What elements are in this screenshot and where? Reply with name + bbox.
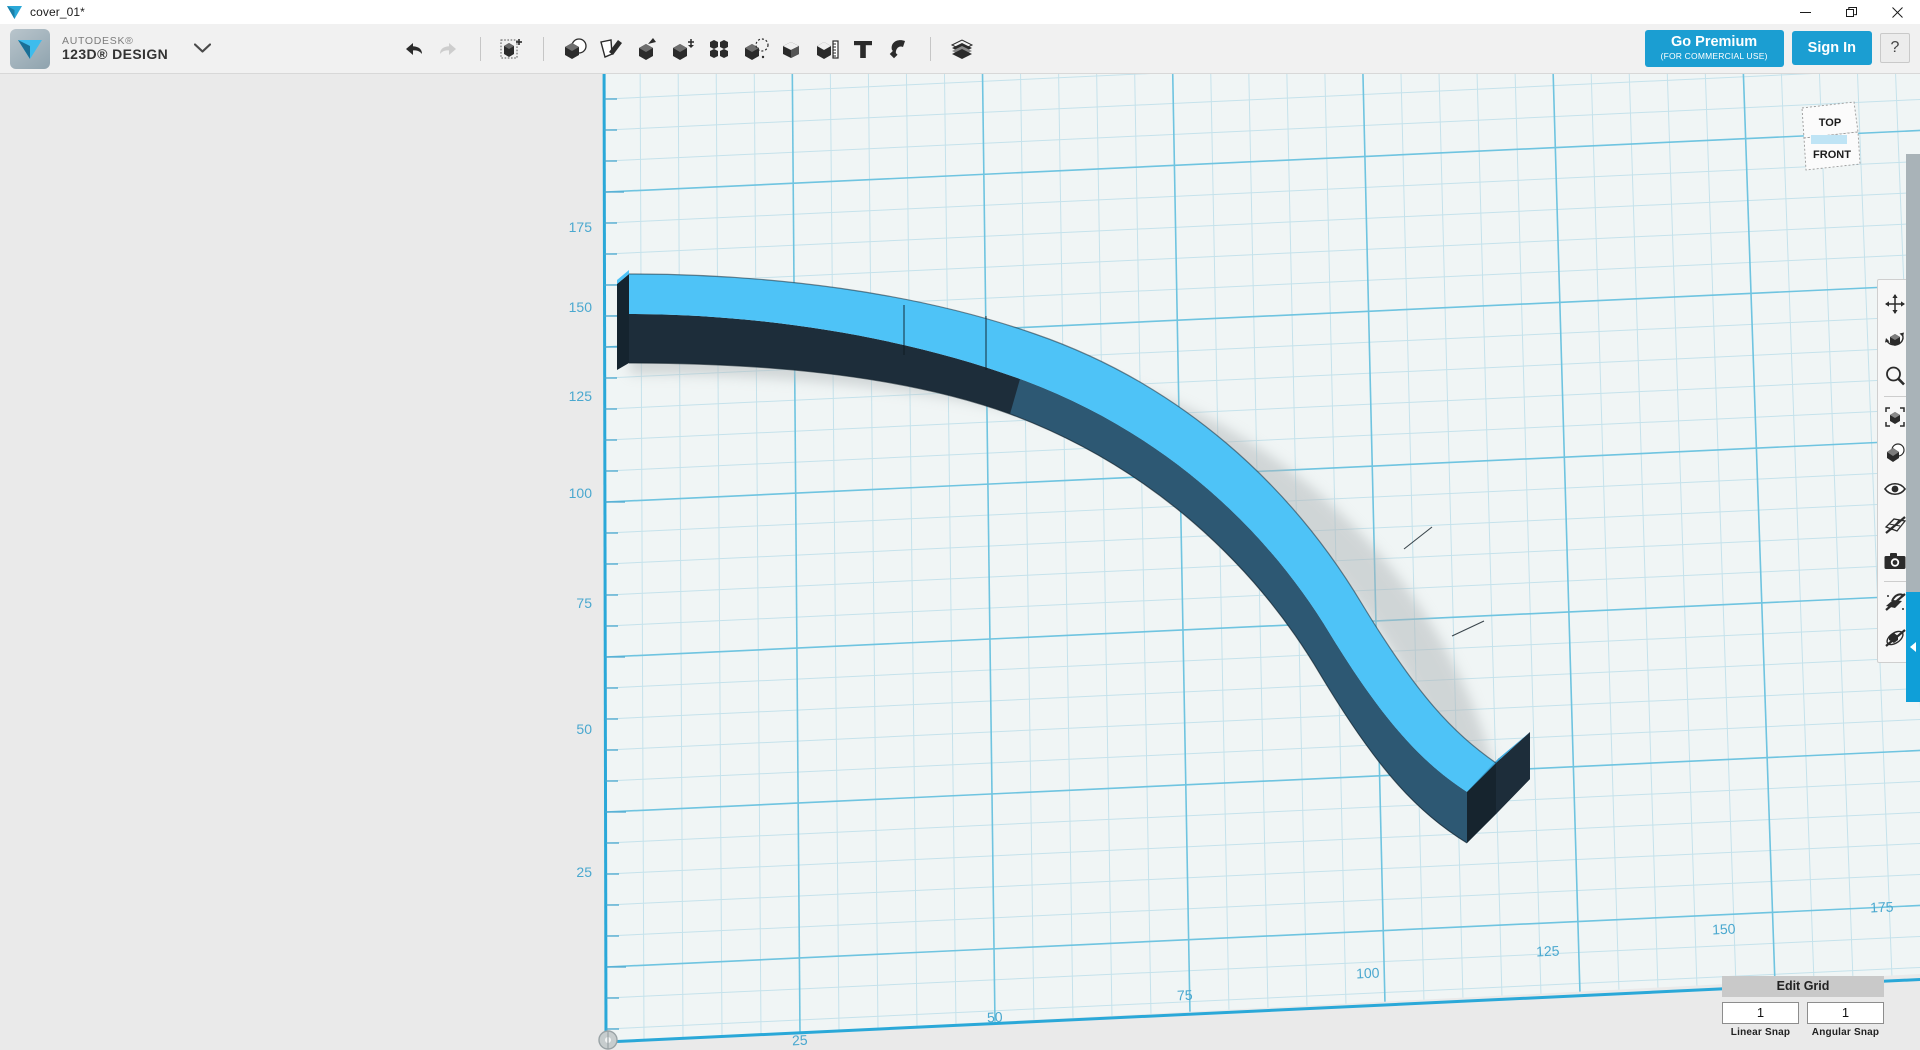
go-premium-label: Go Premium bbox=[1661, 35, 1768, 50]
go-premium-sublabel: (FOR COMMERCIAL USE) bbox=[1661, 52, 1768, 61]
x-tick-label: 125 bbox=[1536, 942, 1560, 959]
left-triangle-icon bbox=[1910, 642, 1916, 652]
cube-group-icon bbox=[741, 36, 769, 62]
x-tick-label: 100 bbox=[1356, 964, 1380, 981]
window-titlebar: cover_01* bbox=[0, 0, 1920, 24]
boolean-merge-icon bbox=[561, 36, 589, 62]
linear-snap-input[interactable] bbox=[1722, 1002, 1799, 1024]
close-button[interactable] bbox=[1874, 0, 1920, 24]
eye-icon bbox=[1883, 480, 1907, 498]
magnet-icon bbox=[886, 36, 912, 62]
four-arrows-icon bbox=[1884, 293, 1906, 315]
angular-snap-input[interactable] bbox=[1807, 1002, 1884, 1024]
x-tick-label: 50 bbox=[987, 1009, 1004, 1026]
panel-collapse-tab[interactable] bbox=[1906, 592, 1920, 702]
combine-button[interactable] bbox=[558, 32, 592, 66]
document-title: cover_01* bbox=[30, 5, 85, 19]
minimize-button[interactable] bbox=[1782, 0, 1828, 24]
y-tick-label: 50 bbox=[576, 721, 592, 737]
autodesk-logo-icon bbox=[10, 29, 50, 69]
autodesk-logo-icon bbox=[4, 0, 24, 24]
modify-button[interactable] bbox=[666, 32, 700, 66]
grid-pattern-icon bbox=[707, 37, 731, 61]
brand-line-autodesk: AUTODESK® bbox=[62, 36, 168, 47]
cube-solid-icon bbox=[778, 36, 804, 62]
x-tick-label: 75 bbox=[1177, 987, 1194, 1004]
snap-off-icon bbox=[1883, 591, 1907, 613]
sketch-button[interactable] bbox=[594, 32, 628, 66]
pattern-button[interactable] bbox=[702, 32, 736, 66]
redo-button[interactable] bbox=[432, 32, 466, 66]
ruler-cube-icon bbox=[813, 36, 841, 62]
brand-block[interactable]: AUTODESK® 123D® DESIGN bbox=[0, 29, 211, 69]
linear-snap-label: Linear Snap bbox=[1722, 1027, 1799, 1038]
toolbar-separator bbox=[480, 37, 481, 61]
origin-handle bbox=[599, 1031, 617, 1049]
snap-button[interactable] bbox=[882, 32, 916, 66]
x-tick-label: 150 bbox=[1712, 920, 1736, 937]
view-cube-top-label: TOP bbox=[1819, 117, 1841, 129]
brand-line-product: 123D® DESIGN bbox=[62, 47, 168, 62]
help-button[interactable]: ? bbox=[1880, 33, 1910, 63]
viewport-3d[interactable]: 200 175 150 125 100 75 50 25 25 50 75 10… bbox=[0, 74, 1920, 1050]
toolbar-separator bbox=[930, 37, 931, 61]
chevron-down-icon[interactable] bbox=[194, 40, 211, 57]
orbit-cube-icon bbox=[1883, 328, 1907, 352]
cube-modify-icon bbox=[669, 36, 697, 62]
model-left-endcap bbox=[617, 274, 629, 370]
view-cube-edge-highlight bbox=[1811, 135, 1847, 144]
text-t-icon bbox=[852, 37, 874, 61]
view-cube[interactable]: TOP FRONT bbox=[1788, 96, 1866, 174]
orbit-off-icon bbox=[1883, 627, 1907, 649]
application-toolbar: AUTODESK® 123D® DESIGN bbox=[0, 24, 1920, 74]
edit-grid-button[interactable]: Edit Grid bbox=[1722, 976, 1884, 997]
redo-arrow-icon bbox=[438, 40, 460, 58]
sign-in-button[interactable]: Sign In bbox=[1792, 31, 1872, 65]
layers-stack-icon bbox=[948, 36, 976, 62]
restore-button[interactable] bbox=[1828, 0, 1874, 24]
main-tool-group bbox=[396, 32, 979, 66]
y-tick-label: 25 bbox=[576, 864, 592, 880]
shaded-cube-icon bbox=[1883, 441, 1907, 465]
grouping-button[interactable] bbox=[738, 32, 772, 66]
x-tick-label: 25 bbox=[792, 1032, 809, 1049]
pencil-shape-icon bbox=[597, 36, 625, 62]
camera-icon bbox=[1883, 551, 1907, 571]
go-premium-button[interactable]: Go Premium (FOR COMMERCIAL USE) bbox=[1645, 30, 1784, 66]
grid-hidden-icon bbox=[1883, 514, 1907, 536]
cube-plus-icon bbox=[499, 36, 525, 62]
text-button[interactable] bbox=[846, 32, 880, 66]
window-controls bbox=[1782, 0, 1920, 24]
undo-button[interactable] bbox=[396, 32, 430, 66]
fit-frame-cube-icon bbox=[1883, 405, 1907, 429]
scene-canvas: 200 175 150 125 100 75 50 25 25 50 75 10… bbox=[0, 74, 1920, 1050]
material-button[interactable] bbox=[774, 32, 808, 66]
toolbar-separator bbox=[543, 37, 544, 61]
toolbar-separator bbox=[1884, 581, 1906, 582]
measure-button[interactable] bbox=[810, 32, 844, 66]
construct-button[interactable] bbox=[630, 32, 664, 66]
y-axis-line bbox=[604, 74, 606, 1042]
layers-button[interactable] bbox=[945, 32, 979, 66]
view-cube-front-label: FRONT bbox=[1813, 149, 1851, 161]
undo-arrow-icon bbox=[402, 40, 424, 58]
x-tick-label: 175 bbox=[1870, 898, 1894, 915]
panel-scroll-track[interactable] bbox=[1906, 154, 1920, 592]
magnifier-icon bbox=[1884, 365, 1906, 387]
y-tick-label: 75 bbox=[576, 595, 592, 611]
edit-grid-panel: Edit Grid Linear Snap Angular Snap bbox=[1722, 976, 1884, 1038]
angular-snap-label: Angular Snap bbox=[1807, 1027, 1884, 1038]
extrude-cube-icon bbox=[634, 36, 660, 62]
y-tick-label: 100 bbox=[569, 485, 593, 501]
new-primitive-button[interactable] bbox=[495, 32, 529, 66]
account-cluster: Go Premium (FOR COMMERCIAL USE) Sign In … bbox=[1645, 30, 1920, 66]
y-tick-label: 175 bbox=[569, 219, 593, 235]
toolbar-separator bbox=[1884, 396, 1906, 397]
y-tick-label: 125 bbox=[569, 388, 593, 404]
y-tick-label: 150 bbox=[569, 299, 593, 315]
